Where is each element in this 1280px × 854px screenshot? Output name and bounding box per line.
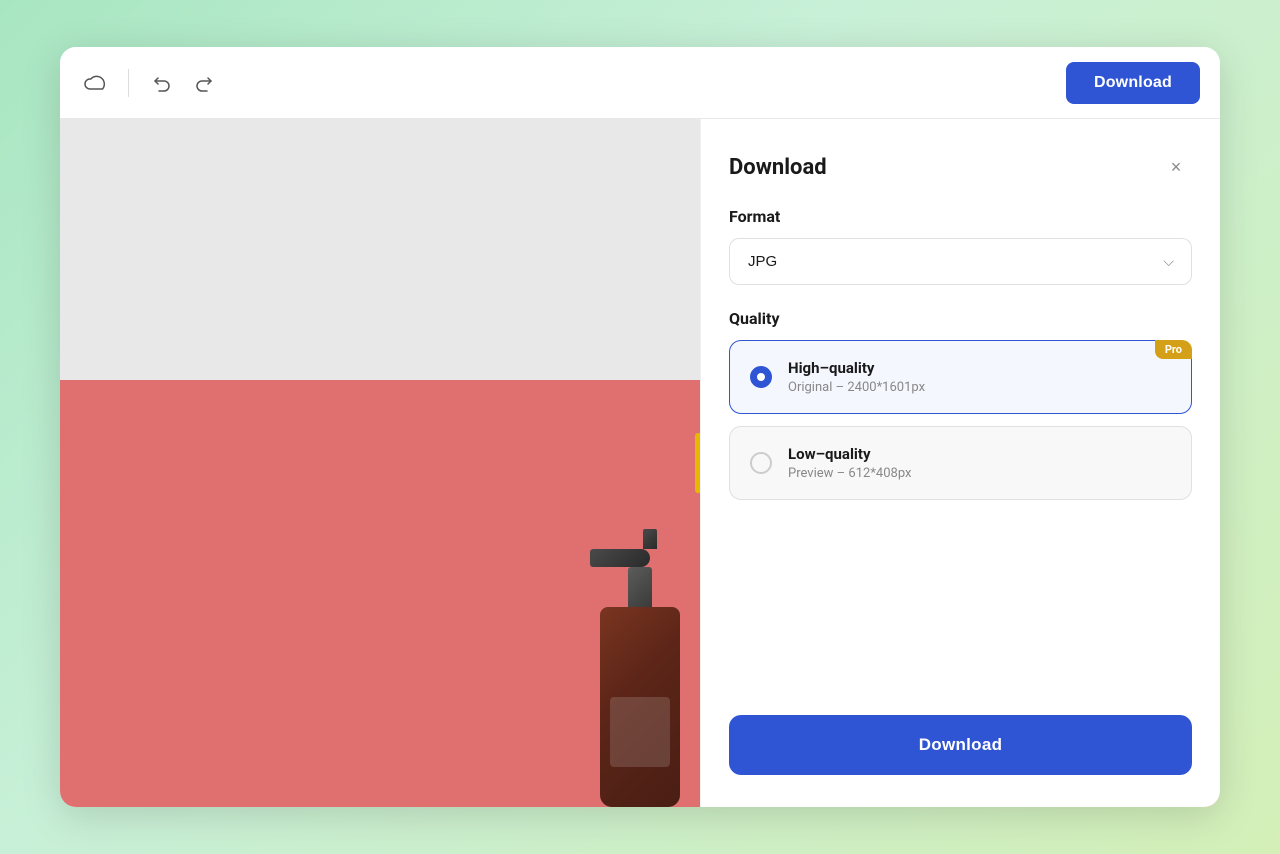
quality-section: Quality High–quality Original – 2400*160… bbox=[729, 309, 1192, 512]
bottle-neck bbox=[628, 567, 652, 607]
format-select[interactable]: JPG PNG SVG PDF WEBP bbox=[729, 238, 1192, 285]
radio-low bbox=[750, 452, 772, 474]
cloud-icon[interactable] bbox=[80, 67, 112, 99]
radio-high bbox=[750, 366, 772, 388]
toolbar-divider bbox=[128, 69, 129, 97]
quality-desc-high: Original – 2400*1601px bbox=[788, 380, 925, 395]
undo-icon[interactable] bbox=[145, 67, 177, 99]
main-area: Download × Format JPG PNG SVG PDF WEBP ⌵ bbox=[60, 119, 1220, 807]
bottle-body bbox=[600, 607, 680, 807]
download-panel: Download × Format JPG PNG SVG PDF WEBP ⌵ bbox=[700, 119, 1220, 807]
bottle-nozzle bbox=[643, 529, 657, 549]
toolbar: Download bbox=[60, 47, 1220, 119]
quality-info-low: Low–quality Preview – 612*408px bbox=[788, 445, 912, 481]
quality-name-low: Low–quality bbox=[788, 445, 912, 463]
toolbar-download-button[interactable]: Download bbox=[1066, 62, 1200, 104]
panel-title: Download bbox=[729, 155, 827, 180]
redo-icon[interactable] bbox=[189, 67, 221, 99]
format-section: Format JPG PNG SVG PDF WEBP ⌵ bbox=[729, 207, 1192, 285]
bottle-label bbox=[610, 697, 670, 767]
product-image bbox=[560, 527, 720, 807]
format-select-wrapper: JPG PNG SVG PDF WEBP ⌵ bbox=[729, 238, 1192, 285]
download-action-button[interactable]: Download bbox=[729, 715, 1192, 775]
quality-desc-low: Preview – 612*408px bbox=[788, 466, 912, 481]
app-container: Download Downlo bbox=[60, 47, 1220, 807]
quality-option-high[interactable]: High–quality Original – 2400*1601px Pro bbox=[729, 340, 1192, 414]
format-label: Format bbox=[729, 207, 1192, 226]
pro-badge: Pro bbox=[1155, 340, 1192, 359]
panel-header: Download × bbox=[729, 151, 1192, 183]
close-button[interactable]: × bbox=[1160, 151, 1192, 183]
quality-option-low[interactable]: Low–quality Preview – 612*408px bbox=[729, 426, 1192, 500]
quality-name-high: High–quality bbox=[788, 359, 925, 377]
quality-info-high: High–quality Original – 2400*1601px bbox=[788, 359, 925, 395]
bottle-pump-head bbox=[590, 549, 650, 567]
radio-dot-high bbox=[757, 373, 765, 381]
quality-label: Quality bbox=[729, 309, 1192, 328]
